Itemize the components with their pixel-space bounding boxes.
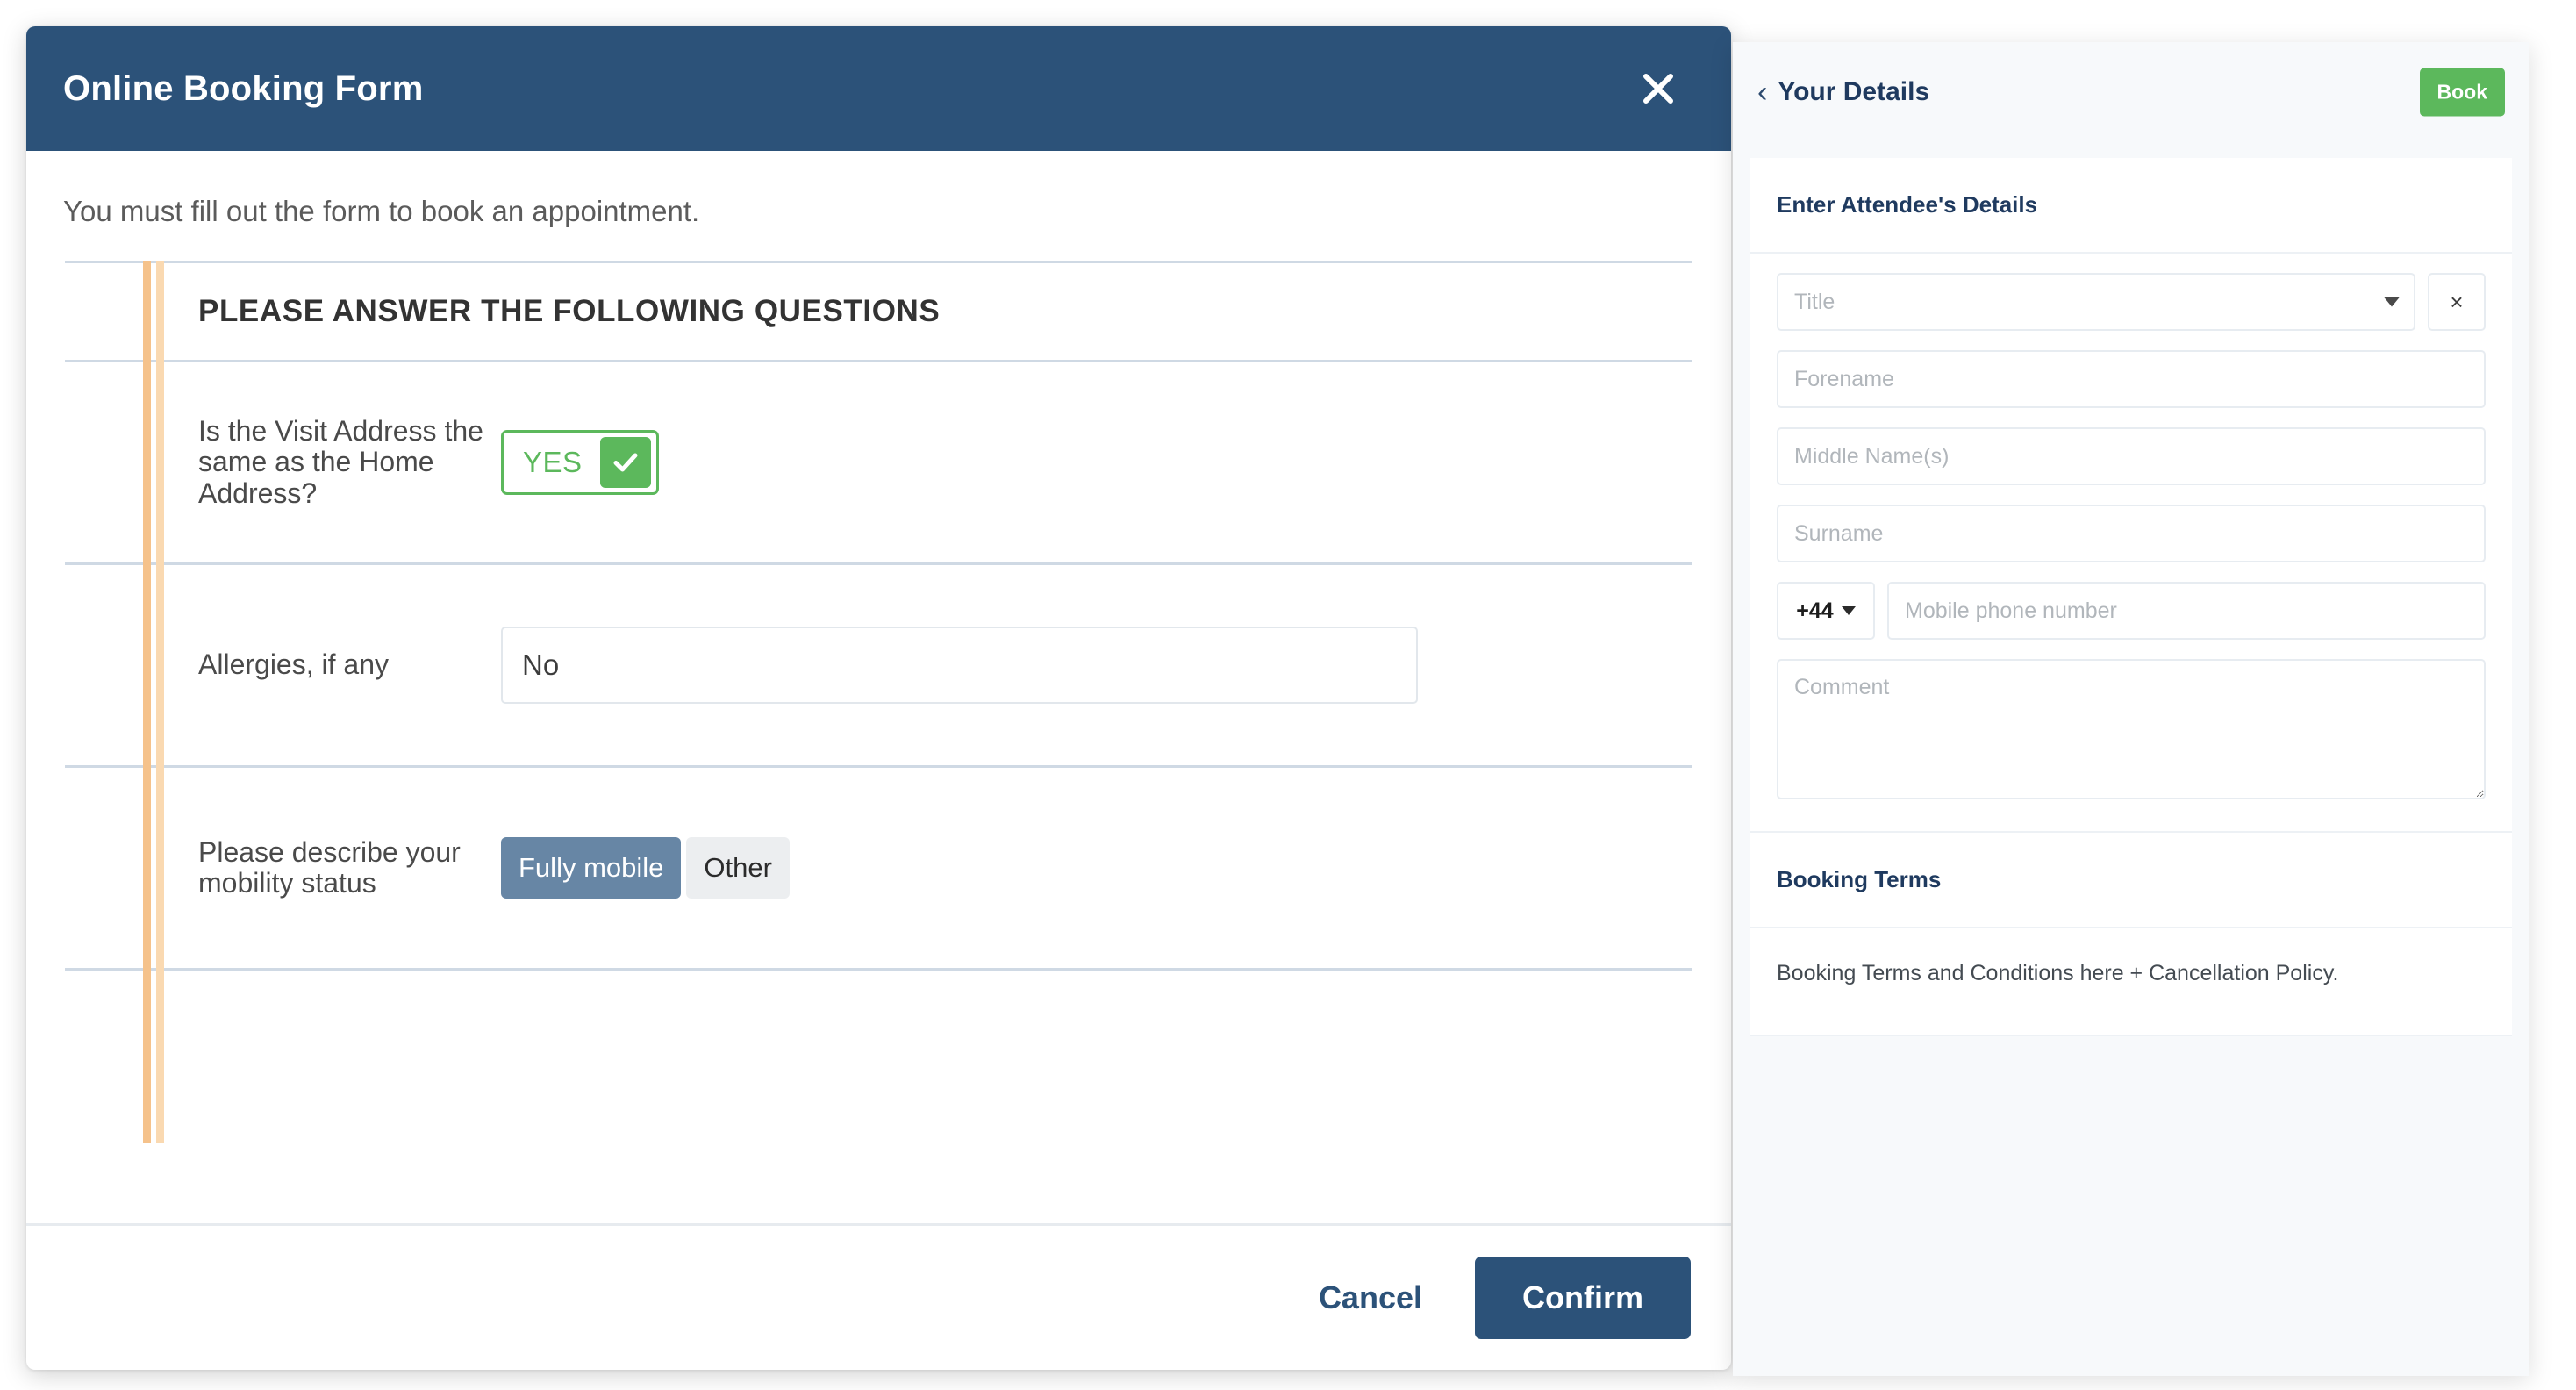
section-title: PLEASE ANSWER THE FOLLOWING QUESTIONS [198, 294, 941, 328]
title-select[interactable] [1777, 273, 2415, 331]
question-row: Is the Visit Address the same as the Hom… [26, 362, 1731, 562]
question-field: Fully mobile Other [501, 837, 1692, 899]
booking-terms-card: Booking Terms [1750, 833, 2512, 928]
modal-title: Online Booking Form [63, 68, 424, 108]
mobile-phone-input[interactable] [1887, 582, 2486, 640]
attendee-fields-card: × +44 [1750, 254, 2512, 833]
question-row: Please describe your mobility status Ful… [26, 768, 1731, 968]
title-field-row: × [1777, 273, 2486, 331]
attendee-details-heading: Enter Attendee's Details [1777, 191, 2038, 218]
question-field [501, 627, 1692, 704]
back-to-details-link[interactable]: ‹ Your Details [1757, 77, 1929, 107]
book-button[interactable]: Book [2419, 68, 2505, 117]
booking-terms-text: Booking Terms and Conditions here + Canc… [1777, 961, 2339, 985]
mobile-field-row: +44 [1777, 582, 2486, 640]
panel-header: ‹ Your Details Book [1733, 42, 2529, 142]
chevron-down-icon [1841, 606, 1856, 615]
panel-title: Your Details [1778, 77, 1930, 106]
title-select-wrap [1777, 273, 2415, 331]
confirm-button[interactable]: Confirm [1475, 1257, 1691, 1339]
comment-field-row [1777, 659, 2486, 799]
question-label: Allergies, if any [198, 648, 389, 681]
mobility-option-other[interactable]: Other [686, 837, 790, 899]
yes-toggle-label: YES [523, 446, 583, 478]
modal-header: Online Booking Form [26, 26, 1731, 151]
forename-input[interactable] [1777, 350, 2486, 408]
row-divider [65, 968, 1692, 971]
clear-title-button[interactable]: × [2428, 273, 2486, 331]
your-details-panel: ‹ Your Details Book Enter Attendee's Det… [1733, 42, 2529, 1376]
dial-code-value: +44 [1796, 598, 1834, 623]
close-icon[interactable] [1631, 61, 1685, 116]
comment-textarea[interactable] [1777, 659, 2486, 799]
attendee-details-card: Enter Attendee's Details [1750, 158, 2512, 254]
modal-body: You must fill out the form to book an ap… [26, 151, 1731, 1223]
questions-grid: PLEASE ANSWER THE FOLLOWING QUESTIONS Is… [26, 261, 1731, 1143]
screen-root: Online Booking Form You must fill out th… [0, 0, 2576, 1390]
allergies-input[interactable] [501, 627, 1418, 704]
visit-address-yes-toggle[interactable]: YES [501, 430, 659, 495]
mobility-status-segmented: Fully mobile Other [501, 837, 790, 899]
booking-terms-heading: Booking Terms [1777, 866, 1942, 892]
attendee-fields: × +44 [1750, 254, 2512, 831]
booking-terms-body-card: Booking Terms and Conditions here + Canc… [1750, 928, 2512, 1036]
question-field: YES [501, 430, 1692, 495]
surname-field-row [1777, 505, 2486, 562]
online-booking-form-modal: Online Booking Form You must fill out th… [26, 26, 1731, 1370]
check-icon [599, 437, 651, 488]
question-row: Allergies, if any [26, 565, 1731, 765]
middle-name-field-row [1777, 427, 2486, 485]
cancel-button[interactable]: Cancel [1296, 1264, 1445, 1332]
intro-text: You must fill out the form to book an ap… [63, 195, 700, 227]
forename-field-row [1777, 350, 2486, 408]
section-title-row: PLEASE ANSWER THE FOLLOWING QUESTIONS [26, 263, 1731, 360]
row-divider [65, 261, 1692, 263]
dial-code-select[interactable]: +44 [1777, 582, 1875, 640]
question-label: Please describe your mobility status [198, 835, 461, 899]
middle-name-input[interactable] [1777, 427, 2486, 485]
surname-input[interactable] [1777, 505, 2486, 562]
question-label: Is the Visit Address the same as the Hom… [198, 415, 483, 509]
chevron-left-icon: ‹ [1757, 75, 1768, 109]
modal-footer: Cancel Confirm [26, 1223, 1731, 1370]
mobility-option-fully-mobile[interactable]: Fully mobile [501, 837, 682, 899]
